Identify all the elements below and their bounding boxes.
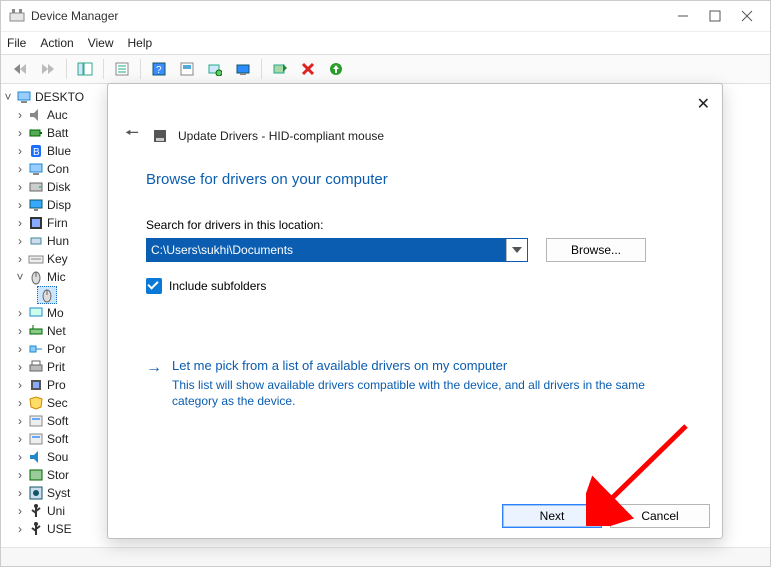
location-value[interactable]: C:\Users\sukhi\Documents [147,239,506,261]
port-icon [28,341,44,357]
keyboard-icon [28,251,44,267]
device-manager-window: Device Manager File Action View Help ? ˅… [0,0,771,567]
tree-item[interactable]: ›Net [3,322,113,340]
tree-item[interactable]: ›Sec [3,394,113,412]
menubar: File Action View Help [1,32,770,54]
pick-description: This list will show available drivers co… [172,377,652,409]
tree-item[interactable]: ›Auc [3,106,113,124]
tree-item[interactable]: ›Por [3,340,113,358]
help-icon[interactable]: ? [146,57,172,81]
include-subfolders-label: Include subfolders [169,279,266,293]
processor-icon [28,377,44,393]
add-legacy-icon[interactable] [267,57,293,81]
sound-icon [28,449,44,465]
window-title: Device Manager [31,9,676,23]
svg-text:?: ? [156,65,162,76]
update-driver-icon[interactable] [230,57,256,81]
mouse-icon [28,269,44,285]
menu-help[interactable]: Help [128,36,153,50]
tree-item[interactable]: ›Uni [3,502,113,520]
tree-root[interactable]: ˅DESKTO [3,88,113,106]
dialog-close-button[interactable]: ✕ [697,94,710,114]
svg-text:B: B [33,147,40,158]
tree-item[interactable]: ›Con [3,160,113,178]
uninstall-icon[interactable] [295,57,321,81]
tree-item[interactable]: ›Firn [3,214,113,232]
software-icon [28,431,44,447]
toolbar: ? [1,54,770,84]
tree-item[interactable]: ›Hun [3,232,113,250]
tree-item[interactable]: ›Prit [3,358,113,376]
tree-item[interactable]: ›BBlue [3,142,113,160]
tree-item[interactable]: ›Mo [3,304,113,322]
tree-item[interactable]: ›Pro [3,376,113,394]
security-icon [28,395,44,411]
tree-item[interactable]: ›Disk [3,178,113,196]
dialog-title: Update Drivers - HID-compliant mouse [178,129,384,143]
cancel-button[interactable]: Cancel [610,504,710,528]
tree-item[interactable]: ›USE [3,520,113,538]
scan-hardware-icon[interactable] [202,57,228,81]
maximize-button[interactable] [708,9,722,23]
tree-item[interactable]: ›Syst [3,484,113,502]
browse-button[interactable]: Browse... [546,238,646,262]
tree-child-item[interactable] [3,286,113,304]
battery-icon [28,125,44,141]
computer-icon [28,161,44,177]
search-location-label: Search for drivers in this location: [146,218,684,232]
usb-icon [28,503,44,519]
menu-action[interactable]: Action [40,36,73,50]
hid-icon [28,233,44,249]
tree-item[interactable]: ›Soft [3,412,113,430]
pick-from-list-option[interactable]: → Let me pick from a list of available d… [146,358,684,409]
update-drivers-dialog: ✕ 🠔 Update Drivers - HID-compliant mouse… [107,83,723,539]
tree-item[interactable]: ›Stor [3,466,113,484]
audio-icon [28,107,44,123]
tree-item[interactable]: ›Sou [3,448,113,466]
properties-icon[interactable] [109,57,135,81]
usb-icon [28,521,44,537]
arrow-right-icon: → [146,358,162,377]
close-button[interactable] [740,9,754,23]
network-icon [28,323,44,339]
mouse-icon [37,286,57,304]
display-icon [28,197,44,213]
nav-back-button[interactable] [7,57,33,81]
titlebar: Device Manager [1,1,770,32]
minimize-button[interactable] [676,9,690,23]
disk-icon [28,179,44,195]
menu-view[interactable]: View [88,36,114,50]
back-arrow-icon[interactable]: 🠔 [122,122,142,149]
include-subfolders-checkbox[interactable] [146,278,162,294]
pick-title: Let me pick from a list of available dri… [172,358,652,373]
tree-item[interactable]: ›Soft [3,430,113,448]
monitor-icon [28,305,44,321]
bluetooth-icon: B [28,143,44,159]
menu-file[interactable]: File [7,36,26,50]
system-icon [28,485,44,501]
firmware-icon [28,215,44,231]
tree-item[interactable]: ›Key [3,250,113,268]
device-tree[interactable]: ˅DESKTO›Auc›Batt›BBlue›Con›Disk›Disp›Fir… [1,84,115,547]
next-button[interactable]: Next [502,504,602,528]
driver-disk-icon [152,128,168,144]
location-combobox[interactable]: C:\Users\sukhi\Documents [146,238,528,262]
software-icon [28,413,44,429]
storage-icon [28,467,44,483]
nav-forward-button[interactable] [35,57,61,81]
tree-item[interactable]: ˅Mic [3,268,113,286]
dialog-heading: Browse for drivers on your computer [146,171,684,188]
app-icon [9,8,25,24]
tree-item[interactable]: ›Disp [3,196,113,214]
enable-icon[interactable] [323,57,349,81]
chevron-down-icon[interactable] [506,239,527,261]
toolbar-icon-2[interactable] [174,57,200,81]
statusbar [1,547,770,567]
printqueue-icon [28,359,44,375]
show-hide-tree-icon[interactable] [72,57,98,81]
tree-item[interactable]: ›Batt [3,124,113,142]
